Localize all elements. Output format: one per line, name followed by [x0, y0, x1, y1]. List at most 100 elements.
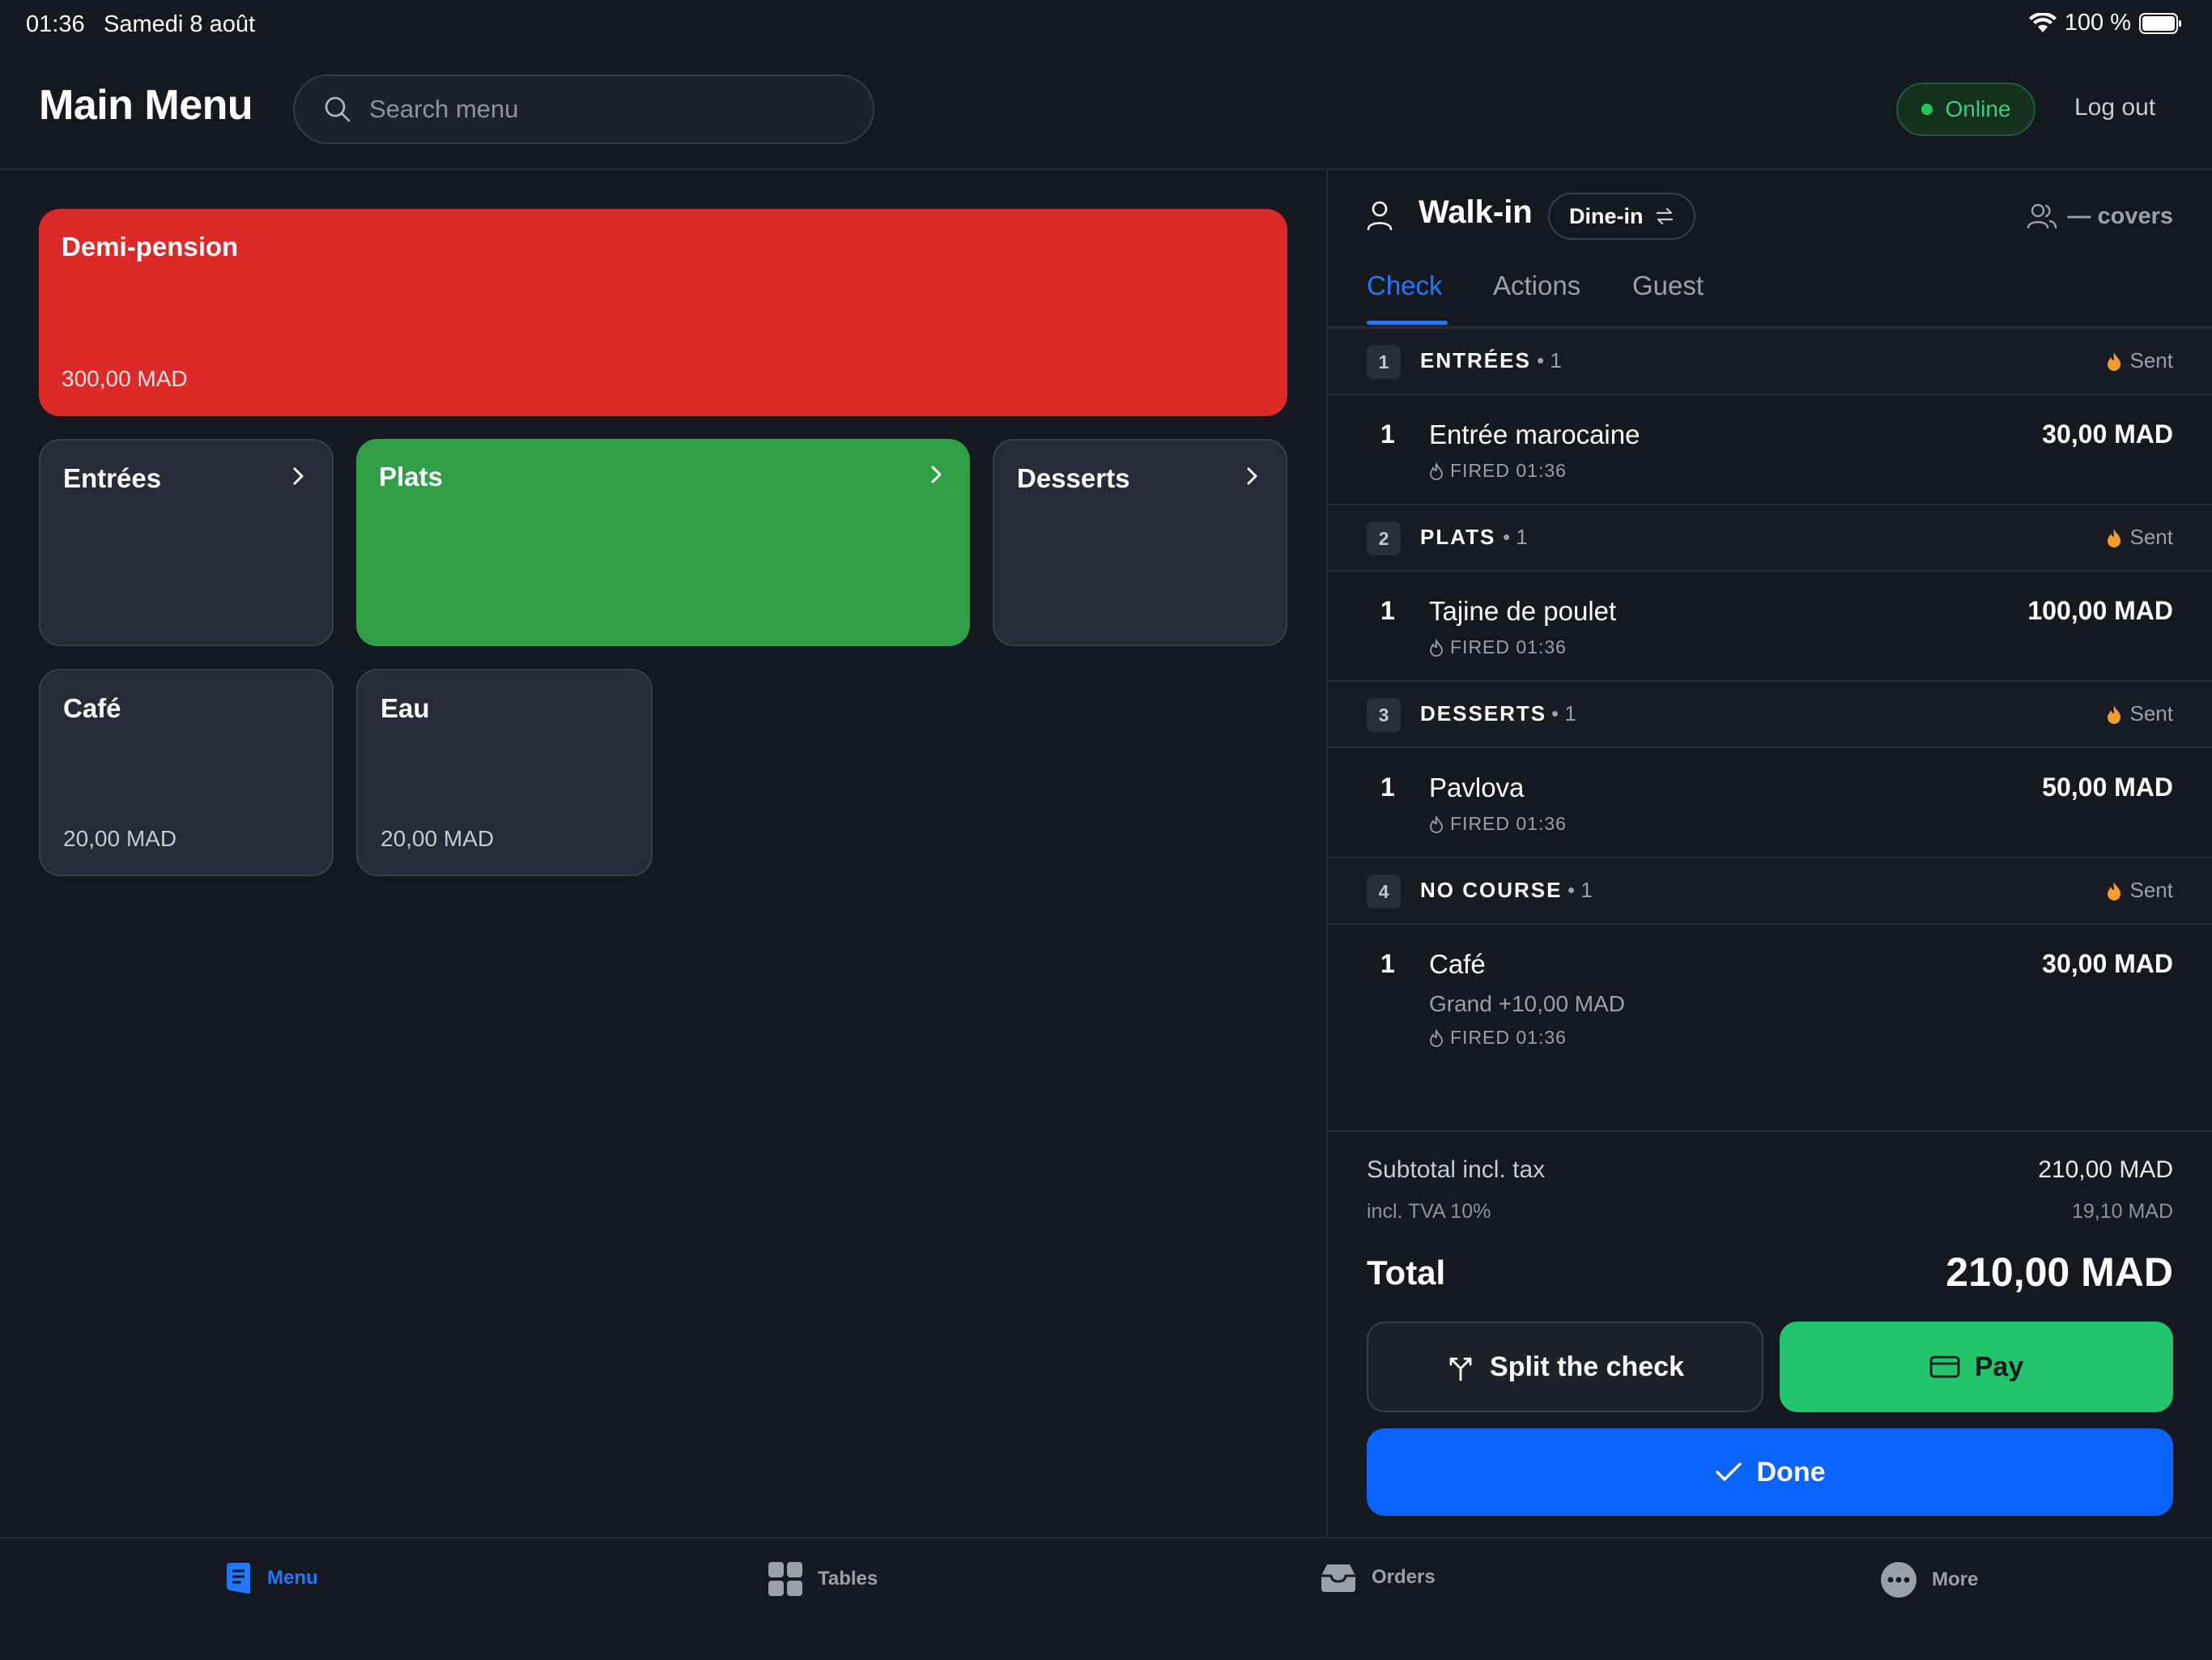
category-tile-entrees[interactable]: Entrées — [39, 439, 334, 646]
item-quantity: 1 — [1380, 949, 1395, 978]
status-date: Samedi 8 août — [104, 11, 256, 37]
totals-divider — [1328, 1130, 2212, 1132]
course-status-label: Sent — [2129, 701, 2174, 726]
search-icon — [324, 96, 351, 123]
course-status: Sent — [2106, 348, 2174, 373]
dine-mode-label: Dine-in — [1569, 203, 1644, 228]
split-check-label: Split the check — [1490, 1351, 1684, 1382]
battery-percent: 100 % — [2064, 10, 2131, 36]
course-header[interactable]: 2 PLATS • 1 Sent — [1328, 504, 2212, 572]
status-indicators: 100 % — [2028, 10, 2183, 36]
flame-icon — [2106, 527, 2122, 548]
item-fired-label: FIRED 01:36 — [1450, 460, 1567, 481]
subtotal-value: 210,00 MAD — [2038, 1156, 2173, 1183]
tile-price: 20,00 MAD — [63, 826, 177, 851]
tab-guest[interactable]: Guest — [1632, 270, 1704, 301]
course-status-label: Sent — [2129, 878, 2174, 902]
card-icon — [1929, 1355, 1960, 1379]
flame-outline-icon — [1429, 815, 1444, 833]
online-status-label: Online — [1945, 96, 2011, 121]
menu-icon — [223, 1561, 253, 1595]
pay-label: Pay — [1974, 1351, 2024, 1382]
status-time: 01:36 — [26, 11, 85, 37]
menu-tile-demi-pension[interactable]: Demi-pension 300,00 MAD — [39, 209, 1287, 416]
done-label: Done — [1756, 1456, 1826, 1488]
nav-orders[interactable]: Orders — [1320, 1561, 1436, 1594]
course-name: DESSERTS — [1420, 701, 1547, 726]
tables-icon — [768, 1561, 803, 1597]
course-number: 1 — [1367, 345, 1401, 379]
flame-icon — [2106, 704, 2122, 725]
done-button[interactable]: Done — [1367, 1428, 2173, 1516]
course-status: Sent — [2106, 701, 2174, 726]
logout-button[interactable]: Log out — [2074, 94, 2155, 121]
course-status: Sent — [2106, 525, 2174, 550]
tile-name: Demi-pension — [62, 232, 239, 262]
nav-menu[interactable]: Menu — [223, 1561, 318, 1595]
course-count: • 1 — [1503, 525, 1528, 549]
covers-button[interactable]: — covers — [2027, 202, 2173, 230]
search-input[interactable] — [368, 94, 824, 125]
tile-price: 300,00 MAD — [62, 366, 188, 391]
flame-outline-icon — [1429, 462, 1444, 480]
more-icon — [1880, 1561, 1917, 1598]
nav-tables-label: Tables — [818, 1568, 878, 1590]
tax-value: 19,10 MAD — [2071, 1200, 2173, 1223]
subtotal-label: Subtotal incl. tax — [1367, 1156, 1546, 1183]
wifi-icon — [2028, 12, 2057, 34]
search-bar[interactable] — [293, 74, 874, 144]
course-status-label: Sent — [2129, 525, 2174, 549]
item-price: 50,00 MAD — [2042, 773, 2173, 802]
item-fired-label: FIRED 01:36 — [1450, 813, 1567, 834]
tile-price: 20,00 MAD — [381, 826, 495, 851]
active-tab-indicator — [1367, 321, 1448, 325]
page-title: Main Menu — [39, 82, 253, 129]
bottom-navigation: Menu Tables Orders More — [0, 1537, 2212, 1660]
pay-button[interactable]: Pay — [1780, 1322, 2173, 1412]
course-header[interactable]: 3 DESSERTS • 1 Sent — [1328, 680, 2212, 748]
item-quantity: 1 — [1380, 596, 1395, 625]
swap-icon — [1655, 206, 1674, 226]
course-header[interactable]: 1 ENTRÉES • 1 Sent — [1328, 327, 2212, 395]
course-status: Sent — [2106, 878, 2174, 903]
tab-actions[interactable]: Actions — [1493, 270, 1580, 301]
course-status-label: Sent — [2129, 348, 2174, 372]
item-fired-label: FIRED 01:36 — [1450, 1027, 1567, 1048]
tile-name: Desserts — [1017, 463, 1130, 493]
total-value: 210,00 MAD — [1946, 1249, 2173, 1295]
split-icon — [1446, 1352, 1475, 1381]
battery-icon — [2139, 12, 2183, 34]
item-fired-status: FIRED 01:36 — [1429, 813, 1567, 835]
course-name: NO COURSE — [1420, 878, 1563, 902]
item-modifier: Grand +10,00 MAD — [1429, 991, 1626, 1016]
nav-more[interactable]: More — [1880, 1561, 1978, 1598]
course-count: • 1 — [1537, 348, 1562, 372]
item-fired-status: FIRED 01:36 — [1429, 636, 1567, 658]
tile-name: Eau — [381, 693, 430, 723]
online-status-badge: Online — [1896, 83, 2035, 136]
chevron-right-icon — [926, 463, 946, 486]
course-number: 2 — [1367, 521, 1401, 555]
total-label: Total — [1367, 1254, 1446, 1292]
tab-check[interactable]: Check — [1367, 270, 1443, 301]
flame-icon — [2106, 351, 2122, 372]
dine-in-toggle[interactable]: Dine-in — [1548, 193, 1695, 240]
item-price: 100,00 MAD — [2027, 596, 2173, 625]
course-name: PLATS — [1420, 525, 1496, 549]
flame-outline-icon — [1429, 638, 1444, 657]
item-quantity: 1 — [1380, 419, 1395, 449]
category-tile-plats[interactable]: Plats — [356, 439, 970, 646]
tile-name: Café — [63, 693, 121, 723]
users-icon — [2027, 202, 2057, 230]
split-check-button[interactable]: Split the check — [1367, 1322, 1763, 1412]
nav-tables[interactable]: Tables — [768, 1561, 878, 1597]
nav-orders-label: Orders — [1372, 1566, 1436, 1588]
item-tile-eau[interactable]: Eau 20,00 MAD — [356, 669, 653, 876]
chevron-right-icon — [288, 465, 308, 487]
course-number: 4 — [1367, 875, 1401, 909]
course-header[interactable]: 4 NO COURSE • 1 Sent — [1328, 857, 2212, 925]
item-tile-cafe[interactable]: Café 20,00 MAD — [39, 669, 334, 876]
flame-icon — [2106, 880, 2122, 901]
category-tile-desserts[interactable]: Desserts — [993, 439, 1287, 646]
nav-more-label: More — [1932, 1568, 1979, 1590]
